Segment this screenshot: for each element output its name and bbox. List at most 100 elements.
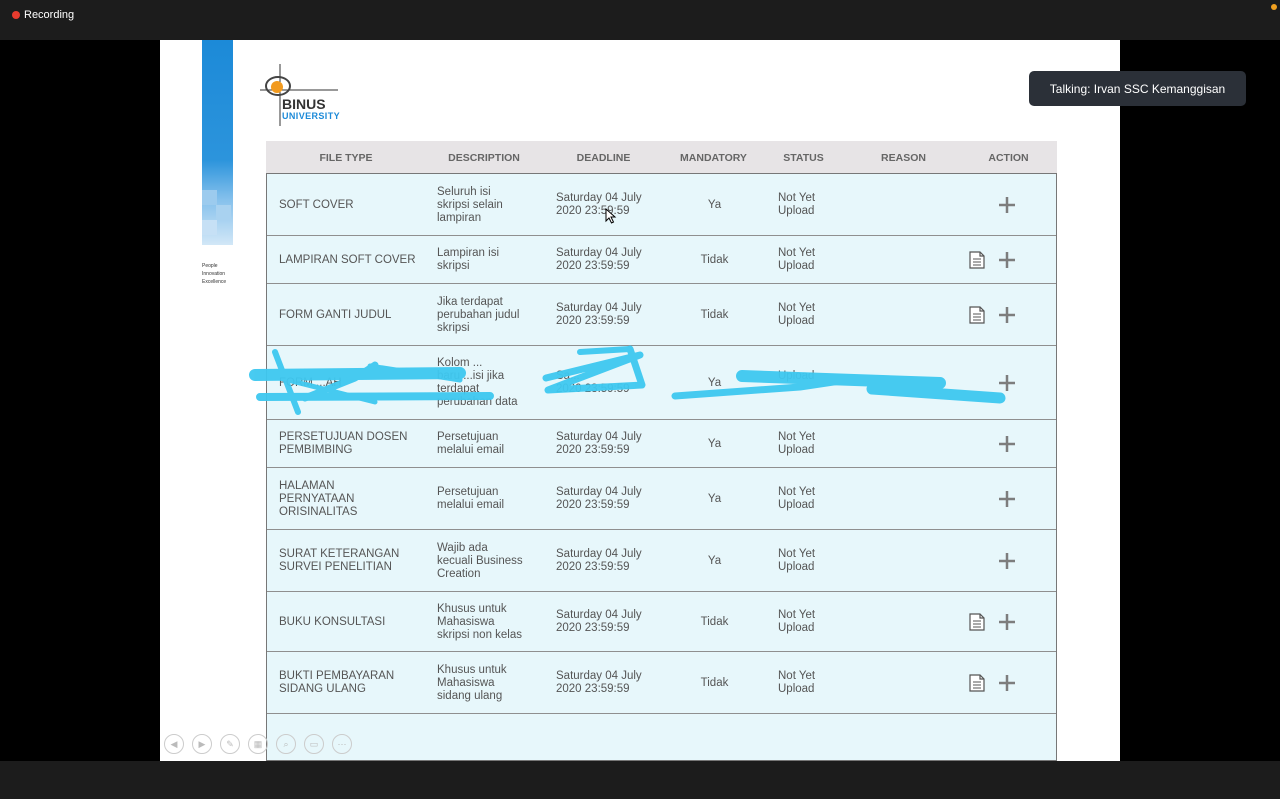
tagline-line: Innovation	[202, 271, 226, 277]
mouse-cursor-icon	[605, 208, 617, 224]
status-cell: Not Yet Upload	[778, 302, 848, 328]
deadline-cell-line: 2020 23:59:59	[556, 260, 630, 272]
file-type-cell-line: LAMPIRAN SOFT COVER	[279, 254, 416, 266]
prev-slide-icon[interactable]: ◀	[164, 734, 184, 754]
description-cell-line: Creation	[437, 568, 481, 580]
next-slide-icon[interactable]: ▶	[192, 734, 212, 754]
deadline-cell-line: Saturday 04 July	[556, 302, 642, 314]
mandatory-cell: Ya	[707, 493, 722, 505]
description-cell: Khusus untuk Mahasiswa sidang ulang	[437, 664, 547, 703]
document-icon[interactable]	[969, 251, 985, 269]
description-cell-line: melalui email	[437, 444, 505, 456]
mandatory-cell: Ya	[707, 555, 722, 567]
deadline-cell: Saturday 04 July 2020 23:59:59	[556, 670, 666, 696]
more-icon[interactable]: ⋯	[332, 734, 352, 754]
description-cell-line: skripsi	[437, 322, 470, 334]
shared-slide: People Innovation Excellence BINUS UNIVE…	[160, 40, 1120, 761]
status-dot-icon	[1271, 4, 1277, 10]
plus-icon[interactable]	[997, 673, 1017, 693]
file-type-cell: PERSETUJUAN DOSEN PEMBIMBING	[279, 431, 419, 457]
file-type-cell-line: SOFT COVER	[279, 199, 354, 211]
plus-icon[interactable]	[997, 250, 1017, 270]
table-row: SURAT KETERANGAN SURVEI PENELITIAN Wajib a…	[267, 530, 1056, 592]
description-cell-line: Mahasiswa	[437, 677, 495, 689]
description-cell: Wajib ada kecuali Business Creation	[437, 542, 547, 581]
status-cell-line: Upload	[778, 315, 815, 327]
table-header: FILE TYPE DESCRIPTION DEADLINE MANDATORY…	[266, 141, 1057, 173]
deadline-cell: Saturday 04 July 2020 23:59:59	[556, 609, 666, 635]
pen-icon[interactable]: ✎	[220, 734, 240, 754]
status-cell-line: Not Yet	[778, 431, 816, 443]
status-cell: Not Yet Upload	[778, 609, 848, 635]
plus-icon[interactable]	[997, 373, 1017, 393]
description-cell-line: Wajib ada	[437, 542, 488, 554]
status-cell-line: Not Yet	[778, 486, 816, 498]
table-row: FORM GANTI JUDUL Jika terdapat perubahan j…	[267, 284, 1056, 346]
plus-icon[interactable]	[997, 489, 1017, 509]
deadline-cell-line: 2020 23:59:59	[556, 499, 630, 511]
header-reason: REASON	[881, 152, 926, 164]
deadline-cell-line: Saturday 04 July	[556, 486, 642, 498]
document-icon[interactable]	[969, 613, 985, 631]
slides-grid-icon[interactable]: ▦	[248, 734, 268, 754]
recording-label: Recording	[24, 9, 75, 21]
talking-indicator: Talking: Irvan SSC Kemanggisan	[1029, 71, 1246, 106]
plus-icon[interactable]	[997, 434, 1017, 454]
plus-icon[interactable]	[997, 305, 1017, 325]
document-icon[interactable]	[969, 306, 985, 324]
description-cell-line: perubahan judul	[437, 309, 520, 321]
header-file-type: FILE TYPE	[319, 152, 373, 164]
status-cell-line: Upload	[778, 622, 815, 634]
deadline-cell: Sa... 2020 23:59:59	[556, 370, 666, 396]
plus-icon[interactable]	[997, 551, 1017, 571]
status-cell-line: Not Yet	[778, 247, 816, 259]
table-row: BUKTI PEMBAYARAN SIDANG ULANG Khusus untuk…	[267, 652, 1056, 714]
description-cell-line: Khusus untuk	[437, 603, 507, 615]
screen-icon[interactable]: ▭	[304, 734, 324, 754]
table-row: LAMPIRAN SOFT COVER Lampiran isi skripsi Sa…	[267, 236, 1056, 284]
header-deadline: DEADLINE	[576, 152, 631, 164]
description-cell-line: lampiran	[437, 212, 482, 224]
description-cell-line: perubahan data	[437, 396, 518, 408]
file-type-cell-line: BUKU KONSULTASI	[279, 616, 386, 628]
plus-icon[interactable]	[997, 612, 1017, 632]
status-cell-line: Upload	[778, 499, 815, 511]
file-type-cell: BUKTI PEMBAYARAN SIDANG ULANG	[279, 670, 419, 696]
description-cell-line: Persetujuan	[437, 431, 499, 443]
file-type-cell-line: SURVEI PENELITIAN	[279, 561, 392, 573]
description-cell-line: Mahasiswa	[437, 616, 495, 628]
table-row: HALAMAN PERNYATAAN ORISINALITAS Persetujuan…	[267, 468, 1056, 530]
tagline: People Innovation Excellence	[202, 262, 226, 286]
deadline-cell-line: 2020 23:59:59	[556, 561, 630, 573]
status-cell-line: Not Yet	[778, 670, 816, 682]
plus-icon[interactable]	[997, 195, 1017, 215]
status-cell: Upload	[778, 370, 848, 383]
deadline-cell: Saturday 04 July 2020 23:59:59	[556, 247, 666, 273]
description-cell: Lampiran isi skripsi	[437, 247, 547, 273]
mandatory-cell: Tidak	[700, 616, 729, 628]
status-cell-line: Not Yet	[778, 192, 816, 204]
file-type-cell: SOFT COVER	[279, 199, 419, 212]
brand-strip-block	[202, 220, 217, 235]
status-cell: Not Yet Upload	[778, 247, 848, 273]
status-cell: Not Yet Upload	[778, 486, 848, 512]
binus-logo: BINUS UNIVERSITY	[252, 60, 362, 126]
description-cell: Kolom ... baru ...isi jika terdapat perubah…	[437, 357, 547, 409]
deadline-cell-line: 2020 23:59:59	[556, 315, 630, 327]
header-action: ACTION	[988, 152, 1029, 164]
meeting-top-bar: Recording	[0, 0, 1280, 40]
header-mandatory: MANDATORY	[680, 152, 747, 164]
mandatory-cell: Ya	[707, 377, 722, 389]
logo-name: BINUS	[282, 96, 326, 112]
zoom-icon[interactable]: ⌕	[276, 734, 296, 754]
deadline-cell-line: 2020 23:59:59	[556, 444, 630, 456]
table-row: SOFT COVER Seluruh isi skripsi selain lampi…	[267, 174, 1056, 236]
table-row: FORM ...AH Kolom ... baru ...isi jika terda…	[267, 346, 1056, 420]
description-cell-line: terdapat	[437, 383, 480, 395]
description-cell-line: kecuali Business	[437, 555, 523, 567]
file-type-cell: HALAMAN PERNYATAAN ORISINALITAS	[279, 480, 419, 519]
mandatory-cell: Ya	[707, 438, 722, 450]
document-icon[interactable]	[969, 674, 985, 692]
description-cell-line: skripsi	[437, 260, 470, 272]
mandatory-cell: Ya	[707, 199, 722, 211]
